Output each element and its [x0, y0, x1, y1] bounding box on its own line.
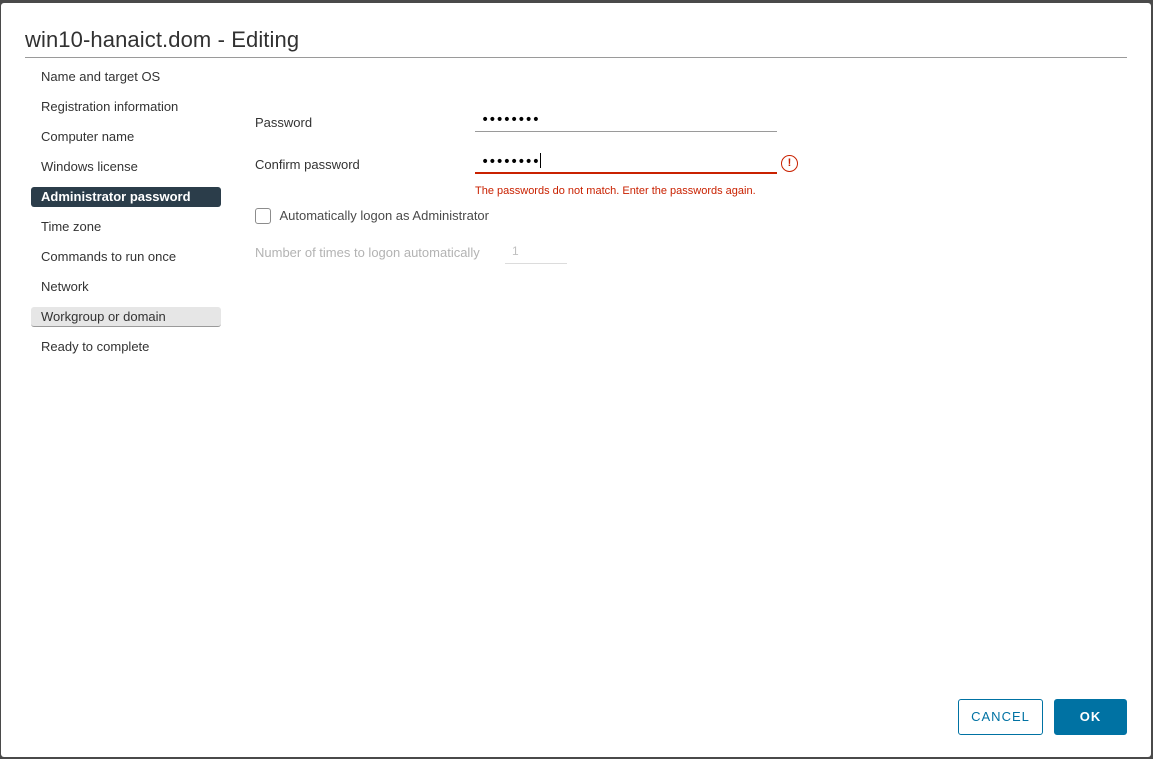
autologon-row: Automatically logon as Administrator [255, 207, 489, 225]
autologon-label[interactable]: Automatically logon as Administrator [279, 208, 489, 223]
nav-item-administrator-password[interactable]: Administrator password [31, 187, 221, 207]
nav-item-registration-information[interactable]: Registration information [31, 97, 221, 117]
confirm-password-value: •••••••• [481, 154, 540, 170]
logon-count-input[interactable]: 1 [505, 240, 567, 264]
nav-item-name-and-target-os[interactable]: Name and target OS [31, 67, 221, 87]
nav-item-commands-to-run-once[interactable]: Commands to run once [31, 247, 221, 267]
logon-count-label: Number of times to logon automatically [255, 245, 480, 260]
password-row: Password [255, 114, 312, 132]
nav-item-windows-license[interactable]: Windows license [31, 157, 221, 177]
cancel-button[interactable]: CANCEL [958, 699, 1043, 735]
password-value: •••••••• [481, 112, 540, 128]
nav-item-time-zone[interactable]: Time zone [31, 217, 221, 237]
ok-button[interactable]: OK [1054, 699, 1127, 735]
edit-dialog: win10-hanaict.dom - Editing Name and tar… [1, 3, 1151, 757]
nav-item-computer-name[interactable]: Computer name [31, 127, 221, 147]
confirm-password-row: Confirm password [255, 156, 360, 174]
password-mismatch-error: The passwords do not match. Enter the pa… [475, 185, 756, 197]
password-input[interactable]: •••••••• [475, 110, 777, 132]
title-divider [25, 57, 1127, 58]
nav-item-network[interactable]: Network [31, 277, 221, 297]
logon-count-row: Number of times to logon automatically 1 [255, 244, 567, 264]
autologon-checkbox[interactable] [255, 207, 271, 224]
wizard-nav: Name and target OS Registration informat… [31, 67, 221, 367]
confirm-password-input[interactable]: •••••••• [475, 152, 777, 174]
nav-item-ready-to-complete[interactable]: Ready to complete [31, 337, 221, 357]
confirm-password-label: Confirm password [255, 157, 360, 172]
error-icon: ! [781, 155, 798, 172]
text-caret [540, 153, 542, 168]
password-label: Password [255, 115, 313, 130]
dialog-title: win10-hanaict.dom - Editing [25, 27, 300, 52]
nav-item-workgroup-or-domain[interactable]: Workgroup or domain [31, 307, 221, 327]
